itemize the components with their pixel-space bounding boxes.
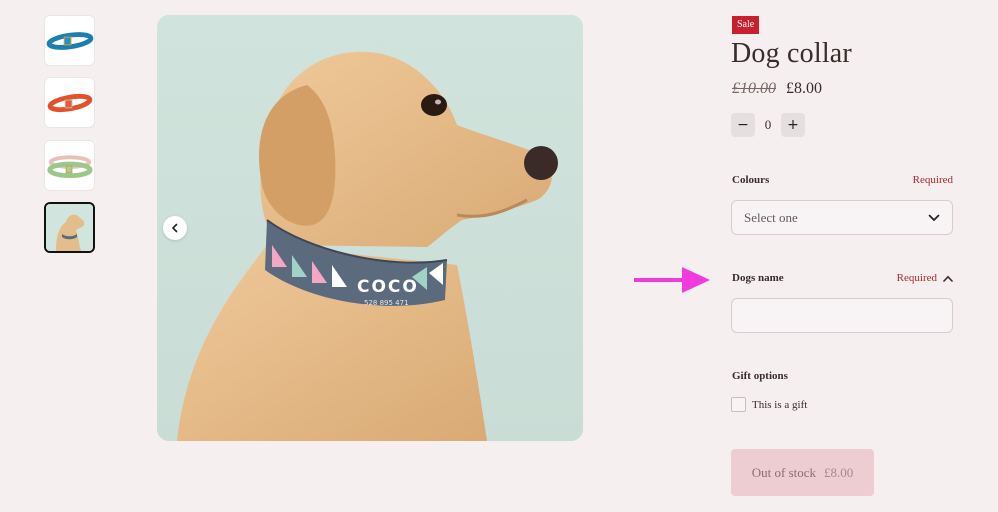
out-of-stock-label: Out of stock	[751, 464, 817, 480]
blue-collar-image	[46, 32, 94, 50]
original-price: £10.00	[732, 80, 776, 97]
product-title: Dog collar	[731, 38, 852, 69]
chevron-up-icon	[943, 275, 953, 282]
gift-options-label: Gift options	[732, 370, 788, 382]
out-of-stock-price: £8.00	[824, 464, 854, 480]
main-product-image: COCO 528 895 471	[157, 15, 583, 441]
decrease-quantity-button[interactable]: −	[731, 113, 755, 137]
red-collar-image	[47, 93, 93, 113]
price-row: £10.00 £8.00	[732, 80, 822, 98]
dogs-name-required-text: Required	[896, 272, 937, 284]
colours-select-value: Select one	[744, 209, 798, 225]
gift-option: This is a gift	[731, 397, 807, 412]
colours-label: Colours	[732, 174, 770, 186]
collar-phone-text: 528 895 471	[364, 299, 409, 307]
dogs-name-input[interactable]	[731, 298, 953, 333]
thumbnail-dog-collar[interactable]	[44, 202, 95, 253]
dogs-name-required[interactable]: Required	[897, 272, 953, 284]
quantity-value: 0	[764, 117, 772, 132]
dogs-name-label: Dogs name	[732, 272, 784, 284]
annotation-arrow-icon	[634, 267, 710, 293]
sale-badge: Sale	[732, 16, 760, 34]
colours-required: Required	[913, 174, 953, 186]
chevron-left-icon	[171, 223, 178, 233]
chevron-down-icon	[928, 214, 940, 221]
increase-quantity-button[interactable]: +	[781, 113, 805, 137]
thumbnail-green-collar[interactable]	[44, 140, 95, 191]
collar-name-text: COCO	[357, 277, 419, 297]
out-of-stock-button: Out of stock £8.00	[731, 449, 874, 496]
quantity-stepper: − 0 +	[731, 113, 805, 137]
gift-checkbox[interactable]	[731, 397, 746, 412]
sale-price: £8.00	[786, 80, 822, 97]
colours-select[interactable]: Select one	[731, 200, 953, 235]
green-collar-image	[47, 155, 93, 178]
previous-image-button[interactable]	[163, 216, 187, 240]
thumbnail-blue-collar[interactable]	[44, 15, 95, 66]
thumbnail-red-collar[interactable]	[44, 77, 95, 128]
dog-thumbnail-image	[46, 204, 93, 251]
colours-required-text: Required	[912, 174, 953, 186]
dog-photo: COCO 528 895 471	[157, 15, 583, 441]
gift-checkbox-label: This is a gift	[752, 398, 808, 411]
